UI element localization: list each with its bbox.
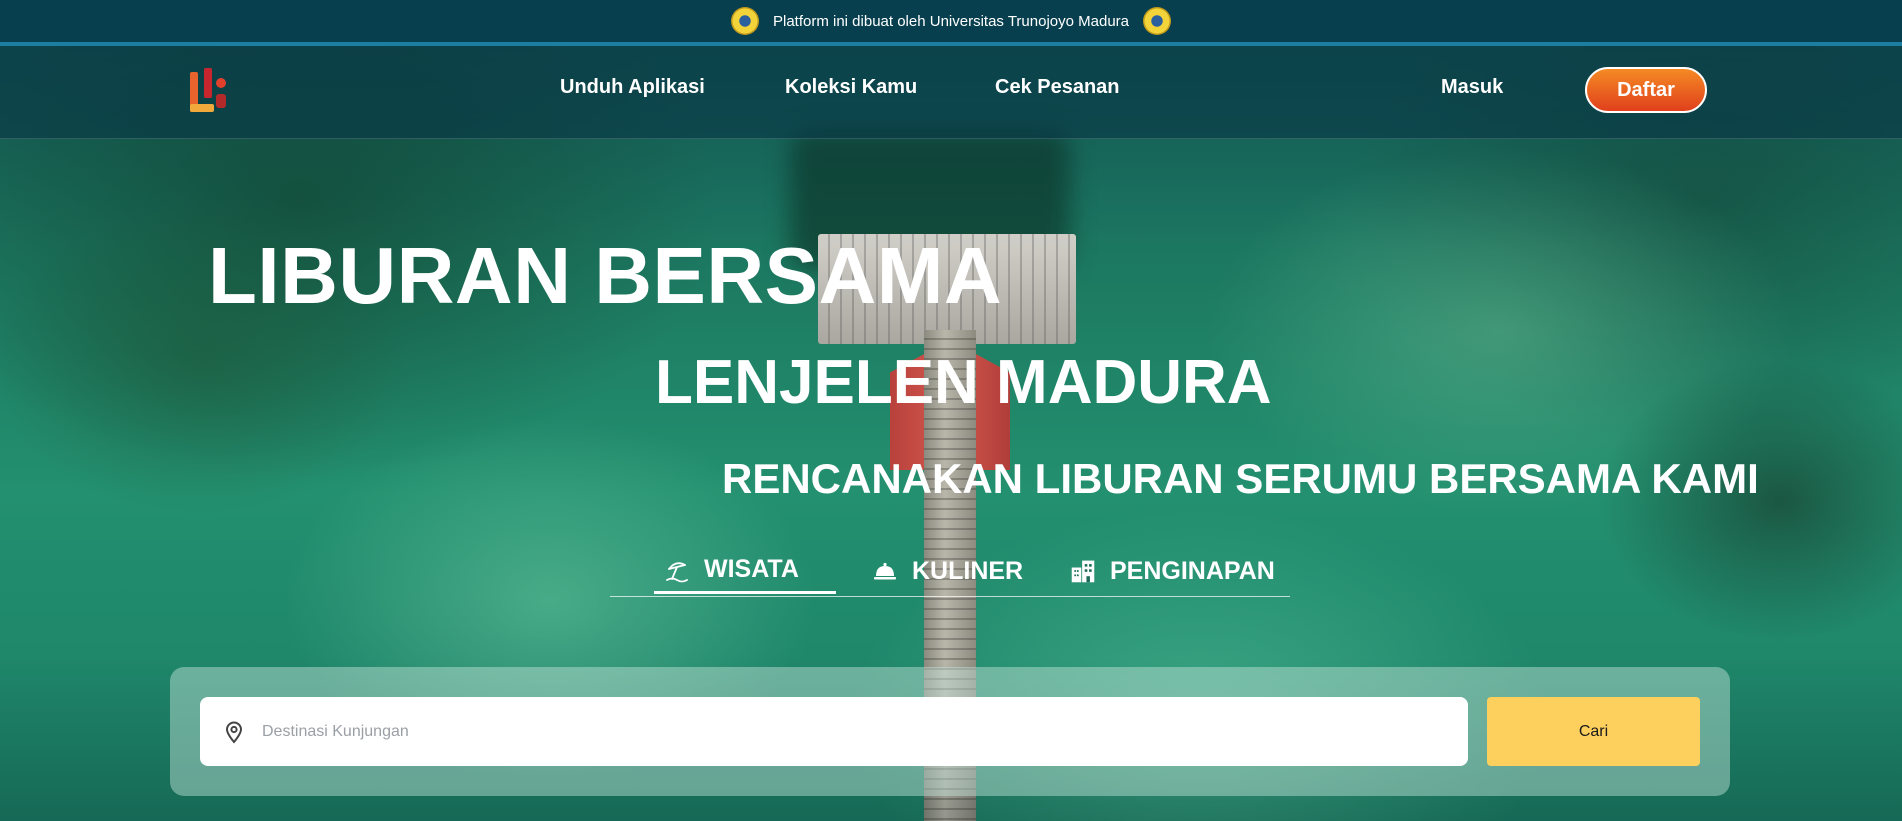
hero-headline-secondary: LENJELEN MADURA: [655, 348, 1272, 417]
search-button[interactable]: Cari: [1487, 697, 1700, 766]
hotel-building-icon: [1070, 558, 1096, 584]
tab-label: PENGINAPAN: [1110, 556, 1275, 585]
hero-headline-primary: LIBURAN BERSAMA: [208, 231, 1003, 320]
beach-umbrella-icon: [664, 557, 690, 583]
category-tabs: WISATA KULINER PENGINAPAN: [610, 548, 1290, 597]
register-button[interactable]: Daftar: [1585, 67, 1707, 113]
announcement-bar: Platform ini dibuat oleh Universitas Tru…: [0, 0, 1902, 46]
hero-tagline: RENCANAKAN LIBURAN SERUMU BERSAMA KAMI: [722, 455, 1759, 502]
nav-link-unduh-aplikasi[interactable]: Unduh Aplikasi: [560, 76, 705, 99]
tab-label: KULINER: [912, 556, 1024, 585]
tab-label: WISATA: [704, 555, 799, 583]
search-field[interactable]: [200, 697, 1468, 766]
tab-wisata[interactable]: WISATA: [654, 548, 836, 594]
login-link[interactable]: Masuk: [1441, 76, 1503, 99]
food-cloche-icon: [872, 558, 898, 584]
tab-kuliner[interactable]: KULINER: [872, 548, 1023, 594]
destination-search-input[interactable]: [260, 721, 1414, 742]
main-navbar: Unduh Aplikasi Koleksi Kamu Cek Pesanan …: [0, 46, 1902, 139]
search-panel: Cari: [170, 667, 1730, 796]
map-pin-icon: [222, 720, 246, 744]
university-seal-icon: [1143, 7, 1171, 35]
nav-link-cek-pesanan[interactable]: Cek Pesanan: [995, 76, 1120, 99]
lenjelen-logo-icon[interactable]: [190, 68, 230, 114]
announcement-text: Platform ini dibuat oleh Universitas Tru…: [772, 12, 1129, 30]
tab-penginapan[interactable]: PENGINAPAN: [1070, 548, 1275, 594]
nav-link-koleksi-kamu[interactable]: Koleksi Kamu: [785, 76, 917, 99]
university-seal-icon: [730, 7, 759, 35]
